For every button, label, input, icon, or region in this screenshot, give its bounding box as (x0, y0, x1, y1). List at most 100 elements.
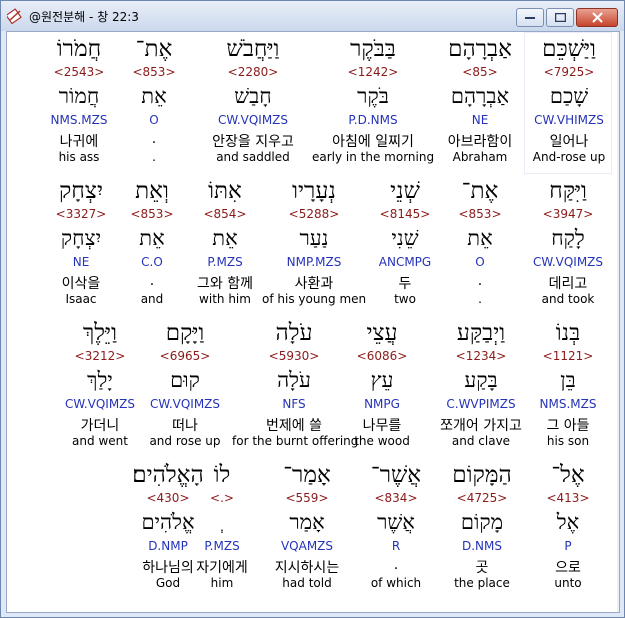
english-gloss: . (478, 292, 482, 306)
strong-number: <6965> (159, 349, 211, 363)
word-cell[interactable]: וַיְבַקַּע <1234> בָּקַע C.WVPIMZS 쪼개어 가지고 an… (425, 316, 537, 458)
english-gloss: and rose up (149, 434, 221, 448)
window-title: @원전분해 - 창 22:3 (29, 9, 139, 24)
korean-gloss: 아브라함이 (447, 134, 513, 150)
hebrew-word: וַיְבַקַּע (456, 320, 506, 346)
parsing-code: P.MZS (207, 255, 243, 269)
lemma-word: אֵת (467, 226, 493, 250)
app-window: @원전분해 - 창 22:3 וַיַּשְׁכֵּם <7925> שָׁכַם C… (0, 0, 625, 618)
word-cell[interactable]: אֶת־ <853> אֵת O.. (117, 32, 191, 174)
english-gloss: unto (554, 576, 582, 590)
word-cell[interactable]: שְׁנֵי <8145> שֵׁנִי ANCMPG 두 two (373, 174, 437, 316)
parsing-code: NMS.MZS (50, 113, 108, 127)
strong-number: <3212> (74, 349, 126, 363)
strong-number: <3947> (542, 207, 594, 221)
parsing-code: VQAMZS (280, 539, 334, 553)
minimize-button[interactable] (516, 8, 544, 27)
strong-number: <3327> (55, 207, 107, 221)
korean-gloss: 쪼개어 가지고 (440, 418, 522, 434)
parsing-code: D.NMP (148, 539, 188, 553)
word-cell[interactable]: יִצְחָק <3327> יִצְחָק NE 이삭을 Isaac (41, 174, 121, 316)
lemma-word: יָלַךְ (87, 368, 113, 392)
hebrew-word: וְאֵת (135, 178, 169, 204)
lemma-word: מָקוֹם (460, 510, 504, 534)
hebrew-word: וַיֵּלֶךְ (83, 320, 117, 346)
word-cell[interactable]: וַיִּקַּח <3947> לָקַח CW.VQIMZS 데리고 and took (525, 174, 611, 316)
lemma-word: בֹּקֶר (357, 84, 389, 108)
close-button[interactable] (576, 8, 618, 27)
parsing-code: NMS.MZS (539, 397, 597, 411)
word-cell[interactable]: נְעָרָיו <5288> נַעַר NMP.MZS 사환과 of his youn… (262, 174, 366, 316)
english-gloss: with him (199, 292, 251, 306)
english-gloss: and saddled (216, 150, 290, 164)
parsing-code: NFS (282, 397, 306, 411)
korean-gloss: 으로 (555, 560, 581, 576)
hebrew-word: וַיִּקַּח (549, 178, 587, 204)
lemma-word: חֲמוֹר (58, 84, 100, 108)
english-gloss: and (140, 292, 164, 306)
word-cell[interactable]: וַיָּקָם <6965> קוּם CW.VQIMZS 떠나 and rose up (142, 316, 228, 458)
word-cell[interactable]: אֶת־ <853> אֵת O.. (439, 174, 521, 316)
interlinear-panel: וַיַּשְׁכֵּם <7925> שָׁכַם CW.VHIMZS 일어나 And-… (6, 31, 620, 613)
english-gloss: had told (282, 576, 332, 590)
word-cell[interactable]: אֲשֶׁר־ <834> אֲשֶׁר R. of which (355, 458, 437, 600)
parsing-code: P (564, 539, 572, 553)
word-cell[interactable]: וַיַּשְׁכֵּם <7925> שָׁכַם CW.VHIMZS 일어나 And-… (525, 32, 613, 174)
word-cell[interactable]: אֶל־ <413> אֶל P 으로 unto (525, 458, 611, 600)
english-gloss: and clave (451, 434, 511, 448)
english-gloss: and took (541, 292, 595, 306)
strong-number: <1121> (542, 349, 594, 363)
korean-gloss: 가더니 (80, 418, 120, 434)
parsing-code: CW.VQIMZS (217, 113, 289, 127)
word-cell[interactable]: הָאֱלֹהִים׃ <430> אֱלֹהִים D.NMP 하나님의 God (113, 458, 223, 600)
strong-number: <853> (458, 207, 502, 221)
word-cell[interactable]: וְאֵת <853> אֵת C.O. and (117, 174, 187, 316)
lemma-word: לָקַח (551, 226, 585, 250)
word-cell[interactable]: אִתּוֹ <854> אֵת P.MZS 그와 함께 with him (190, 174, 260, 316)
korean-gloss: . (477, 273, 483, 289)
lemma-word: שָׁכַם (549, 84, 589, 108)
word-cell[interactable]: בַּבֹּקֶר <1242> בֹּקֶר P.D.NMS 아침에 일찌기 early… (312, 32, 434, 174)
hebrew-word: עֹלָה (275, 320, 313, 346)
word-cell[interactable]: הַמָּקוֹם <4725> מָקוֹם D.NMS 곳 the place (439, 458, 525, 600)
hebrew-word: בְּנוֹ (555, 320, 581, 346)
korean-gloss: 그와 함께 (197, 276, 253, 292)
english-gloss: God (155, 576, 181, 590)
bible-app-icon (7, 8, 23, 24)
english-gloss: and went (72, 434, 128, 448)
english-gloss: of his young men (262, 292, 367, 306)
hebrew-word: שְׁנֵי (390, 178, 420, 204)
korean-gloss: 일어나 (549, 134, 589, 150)
hebrew-word: אָמַר־ (283, 462, 331, 488)
strong-number: <834> (374, 491, 418, 505)
strong-number: <5288> (288, 207, 340, 221)
title-bar[interactable]: @원전분해 - 창 22:3 (1, 1, 624, 31)
word-cell[interactable]: אָמַר־ <559> אָמַר VQAMZS 지시하시는 had told (262, 458, 352, 600)
english-gloss: Abraham (452, 150, 508, 164)
korean-gloss: 사환과 (294, 276, 334, 292)
strong-number: <854> (203, 207, 247, 221)
lemma-word: אָמַר (289, 510, 325, 534)
lemma-word: בֵּן (560, 368, 576, 392)
word-cell[interactable]: וַיַּחֲבֹשׁ <2280> חָבַשׁ CW.VQIMZS 안장을 지우고 a… (199, 32, 307, 174)
parsing-code: NMP.MZS (286, 255, 342, 269)
english-gloss: . (152, 150, 156, 164)
verse-line: אֶל־ <413> אֶל P 으로 unto הַמָּקוֹם <4725> מָקוֹם… (7, 458, 619, 594)
strong-number: <430> (146, 491, 190, 505)
maximize-button[interactable] (546, 8, 574, 27)
strong-number: <2280> (227, 65, 279, 79)
word-cell[interactable]: עֹלָה <5930> עֹלָה NFS 번제에 쓸 for the burnt of… (232, 316, 358, 458)
korean-gloss: 그 아들 (546, 418, 590, 434)
strong-number: <8145> (379, 207, 431, 221)
strong-number: <1242> (347, 65, 399, 79)
word-cell[interactable]: וַיֵּלֶךְ <3212> יָלַךְ CW.VQIMZS 가더니 and wen… (59, 316, 141, 458)
korean-gloss: 번제에 쓸 (266, 418, 322, 434)
parsing-code: ANCMPG (378, 255, 432, 269)
strong-number: <2543> (53, 65, 105, 79)
word-cell[interactable]: חֲמֹרוֹ <2543> חֲמוֹר NMS.MZS 나귀에 his ass (35, 32, 123, 174)
word-cell[interactable]: בְּנוֹ <1121> בֵּן NMS.MZS 그 아들 his son (525, 316, 611, 458)
word-cell[interactable]: אַבְרָהָם <85> אַבְרָהָם NE 아브라함이 Abraham (437, 32, 523, 174)
korean-gloss: 곳 (475, 560, 489, 576)
parsing-code: NE (72, 255, 90, 269)
hebrew-word: אֶת־ (135, 36, 173, 62)
